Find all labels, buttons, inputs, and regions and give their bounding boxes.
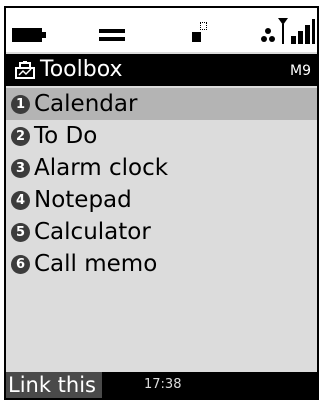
title-bar: Toolbox M9 bbox=[6, 54, 317, 86]
menu-item-calculator[interactable]: 5 Calculator bbox=[6, 216, 317, 248]
number-badge: 3 bbox=[11, 158, 30, 178]
number-badge: 1 bbox=[11, 94, 30, 114]
mode-indicator: M9 bbox=[290, 63, 311, 79]
number-badge: 2 bbox=[11, 126, 30, 146]
number-badge: 6 bbox=[11, 254, 30, 274]
network-icon bbox=[192, 20, 208, 44]
menu-list: 1 Calendar 2 To Do 3 Alarm clock 4 Notep… bbox=[6, 88, 317, 280]
menu-item-label: To Do bbox=[34, 123, 98, 149]
toolbox-icon bbox=[14, 60, 36, 80]
status-bar bbox=[6, 8, 317, 52]
phone-screen: Toolbox M9 1 Calendar 2 To Do 3 Alarm cl… bbox=[4, 6, 319, 400]
menu-item-label: Alarm clock bbox=[34, 155, 169, 181]
menu-item-calendar[interactable]: 1 Calendar bbox=[6, 88, 317, 120]
menu-item-label: Call memo bbox=[34, 251, 158, 277]
clock: 17:38 bbox=[144, 377, 182, 392]
battery-full-icon bbox=[12, 28, 46, 42]
softkey-bar: Link this 17:38 bbox=[6, 372, 317, 398]
signal-strength-icon bbox=[261, 16, 315, 46]
menu-item-notepad[interactable]: 4 Notepad bbox=[6, 184, 317, 216]
menu-item-label: Calendar bbox=[34, 91, 138, 117]
number-badge: 4 bbox=[11, 190, 30, 210]
menu-item-alarm-clock[interactable]: 3 Alarm clock bbox=[6, 152, 317, 184]
menu-item-label: Notepad bbox=[34, 187, 132, 213]
number-badge: 5 bbox=[11, 222, 30, 242]
equals-icon bbox=[99, 27, 125, 41]
menu-item-label: Calculator bbox=[34, 219, 151, 245]
page-title: Toolbox bbox=[40, 57, 123, 82]
menu-item-to-do[interactable]: 2 To Do bbox=[6, 120, 317, 152]
menu-item-call-memo[interactable]: 6 Call memo bbox=[6, 248, 317, 280]
left-softkey[interactable]: Link this bbox=[6, 372, 102, 398]
